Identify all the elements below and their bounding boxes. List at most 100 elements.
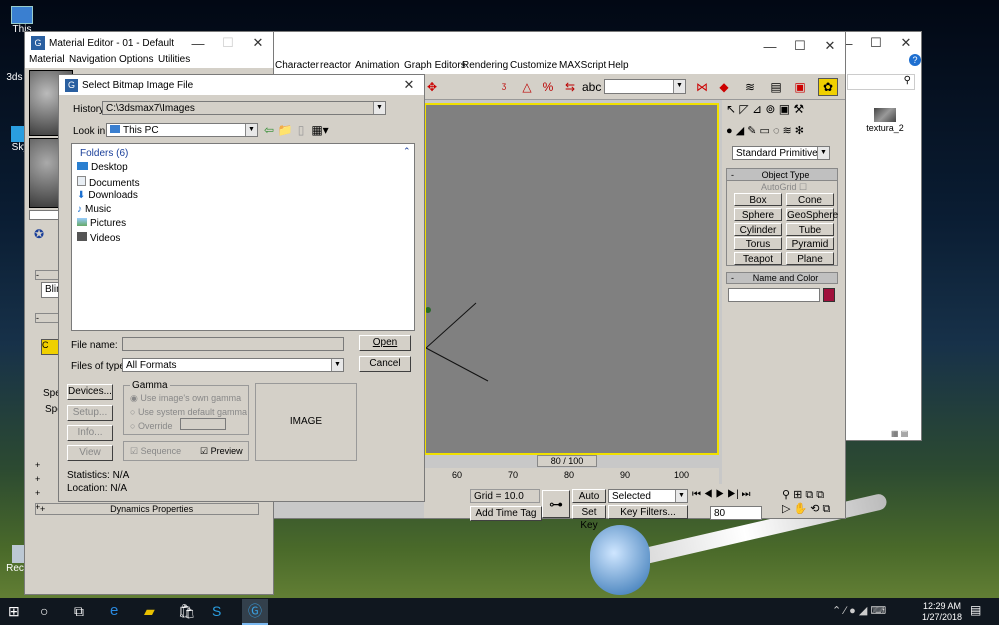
menu-rendering[interactable]: Rendering xyxy=(462,60,508,71)
view-menu-icon[interactable]: ▦▾ xyxy=(309,122,331,138)
box-button[interactable]: Box xyxy=(734,193,782,206)
cone-button[interactable]: Cone xyxy=(786,193,834,206)
layer-manager-icon[interactable]: ≋ xyxy=(742,79,758,95)
skype-icon[interactable]: S xyxy=(212,602,230,620)
file-list[interactable]: Folders (6) ⌃ Desktop Documents ⬇ Downloa… xyxy=(71,143,415,331)
select-object-icon[interactable]: ✥ xyxy=(424,79,440,95)
key-filters-button[interactable]: Key Filters... xyxy=(608,505,688,519)
close-icon[interactable]: ✕ xyxy=(394,77,424,93)
plane-button[interactable]: Plane xyxy=(786,252,834,265)
primitive-type-dropdown[interactable]: Standard Primitives ▼ xyxy=(732,146,830,160)
folders-header[interactable]: Folders (6) xyxy=(80,148,128,159)
maximize-icon[interactable]: ☐ xyxy=(785,38,815,54)
current-frame-field[interactable]: 80 xyxy=(710,506,762,520)
geosphere-button[interactable]: GeoSphere xyxy=(786,208,838,221)
minimize-icon[interactable]: — xyxy=(755,39,785,54)
menu-options[interactable]: Options xyxy=(119,54,153,65)
task-view-icon[interactable]: ⧉ xyxy=(74,602,92,620)
menu-customize[interactable]: Customize xyxy=(510,60,557,71)
get-material-icon[interactable]: ✪ xyxy=(31,226,47,242)
notifications-icon[interactable]: ▤ xyxy=(970,603,986,619)
view-button[interactable]: View xyxy=(67,445,113,461)
mirror-icon[interactable]: ⋈ xyxy=(694,79,710,95)
create-category-icons[interactable]: ● ◢ ✎ ▭ ◌ ≋ ✻ xyxy=(726,124,842,140)
menu-animation[interactable]: Animation xyxy=(355,60,399,71)
maximize-icon[interactable]: ☐ xyxy=(213,35,243,51)
snap-icon[interactable]: ᶾ xyxy=(496,79,512,95)
command-panel-tabs[interactable]: ↖ ◸ ⊿ ⊚ ▣ ⚒ xyxy=(726,102,842,120)
history-dropdown[interactable]: C:\3dsmax7\Images ▼ xyxy=(102,101,386,115)
menu-material[interactable]: Material xyxy=(29,54,65,65)
menu-help[interactable]: Help xyxy=(608,60,629,71)
devices-button[interactable]: Devices... xyxy=(67,384,113,400)
edge-icon[interactable]: e xyxy=(110,602,128,620)
percent-snap-icon[interactable]: % xyxy=(540,79,556,95)
torus-button[interactable]: Torus xyxy=(734,237,782,250)
align-icon[interactable]: ◆ xyxy=(716,79,732,95)
time-slider[interactable]: 80 / 100 xyxy=(424,455,719,467)
close-icon[interactable]: ✕ xyxy=(891,35,921,51)
file-explorer-icon[interactable]: ▰ xyxy=(144,602,162,620)
angle-snap-icon[interactable]: △ xyxy=(519,79,535,95)
named-selection-field[interactable]: ▼ xyxy=(604,79,686,94)
set-key-button[interactable]: Set Key xyxy=(572,505,606,531)
windows-start-icon[interactable]: ⊞ xyxy=(8,602,26,620)
3dsmax-taskbar-icon[interactable]: Ⓖ xyxy=(242,599,268,625)
maximize-icon[interactable]: ☐ xyxy=(861,35,891,51)
search-icon[interactable]: ○ xyxy=(40,602,58,620)
tube-button[interactable]: Tube xyxy=(786,223,834,236)
curve-editor-icon[interactable]: ▤ xyxy=(768,79,784,95)
add-time-tag-button[interactable]: Add Time Tag xyxy=(470,506,542,521)
object-name-field[interactable] xyxy=(728,288,820,302)
folder-pictures[interactable]: Pictures xyxy=(77,218,126,229)
name-color-header[interactable]: - Name and Color xyxy=(726,272,838,284)
menu-maxscript[interactable]: MAXScript xyxy=(559,60,606,71)
filename-input[interactable] xyxy=(122,337,344,351)
folder-documents[interactable]: Documents xyxy=(77,176,140,189)
filetype-dropdown[interactable]: All Formats ▼ xyxy=(122,358,344,372)
auto-key-button[interactable]: Auto Key xyxy=(572,489,606,515)
sequence-checkbox[interactable]: ☑ Sequence xyxy=(130,446,181,457)
menu-graph-editors[interactable]: Graph Editors xyxy=(404,60,466,71)
sphere-button[interactable]: Sphere xyxy=(734,208,782,221)
gamma-system-radio[interactable]: ○ Use system default gamma xyxy=(130,407,247,417)
trackbar[interactable]: 60 70 80 90 100 xyxy=(424,468,719,484)
menu-navigation[interactable]: Navigation xyxy=(69,54,116,65)
store-icon[interactable]: 🛍 xyxy=(178,602,196,620)
open-button[interactable]: Open xyxy=(359,335,411,351)
spinner-snap-icon[interactable]: ⇆ xyxy=(562,79,578,95)
folder-downloads[interactable]: ⬇ Downloads xyxy=(77,190,138,201)
folder-videos[interactable]: Videos xyxy=(77,232,120,244)
setup-button[interactable]: Setup... xyxy=(67,405,113,421)
close-icon[interactable]: ✕ xyxy=(815,38,845,54)
collapse-icon[interactable]: ⌃ xyxy=(403,146,411,157)
dynamics-properties-rollout[interactable]: + Dynamics Properties xyxy=(35,503,259,515)
material-editor-icon[interactable]: ✿ xyxy=(818,78,838,96)
menu-utilities[interactable]: Utilities xyxy=(158,54,190,65)
selection-set-dropdown[interactable]: Selected ▼ xyxy=(608,489,688,503)
lookin-dropdown[interactable]: This PC ▼ xyxy=(106,123,258,137)
file-item-textura[interactable]: textura_2 xyxy=(865,108,905,134)
clock[interactable]: 12:29 AM 1/27/2018 xyxy=(920,601,964,623)
schematic-view-icon[interactable]: ▣ xyxy=(792,79,808,95)
viewport[interactable] xyxy=(424,103,719,455)
object-type-header[interactable]: - Object Type xyxy=(727,169,837,181)
close-icon[interactable]: ✕ xyxy=(243,35,273,51)
folder-music[interactable]: ♪ Music xyxy=(77,204,111,215)
gamma-override-radio[interactable]: ○ Override xyxy=(130,421,172,431)
preview-checkbox[interactable]: ☑ Preview xyxy=(200,446,243,457)
cancel-button[interactable]: Cancel xyxy=(359,356,411,372)
minimize-icon[interactable]: — xyxy=(183,36,213,51)
system-tray[interactable]: ⌃ ∕ ● ◢ ⌨ xyxy=(832,604,922,618)
gamma-own-radio[interactable]: ◉ Use image's own gamma xyxy=(130,393,241,404)
named-selection-icon[interactable]: abc xyxy=(582,79,601,95)
back-icon[interactable]: ⇦ xyxy=(261,122,277,138)
cylinder-button[interactable]: Cylinder xyxy=(734,223,782,236)
view-buttons[interactable]: ▦ ▤ xyxy=(891,429,921,439)
info-button[interactable]: Info... xyxy=(67,425,113,441)
object-color-swatch[interactable] xyxy=(823,288,835,302)
search-box[interactable]: ⚲ xyxy=(847,74,915,90)
key-icon[interactable]: ⊶ xyxy=(542,490,570,518)
folder-desktop[interactable]: Desktop xyxy=(77,162,128,173)
viewport-navigation-icons[interactable]: ⚲ ⊞ ⧉ ⧉ ▷ ✋ ⟲ ⧉ xyxy=(782,488,844,520)
